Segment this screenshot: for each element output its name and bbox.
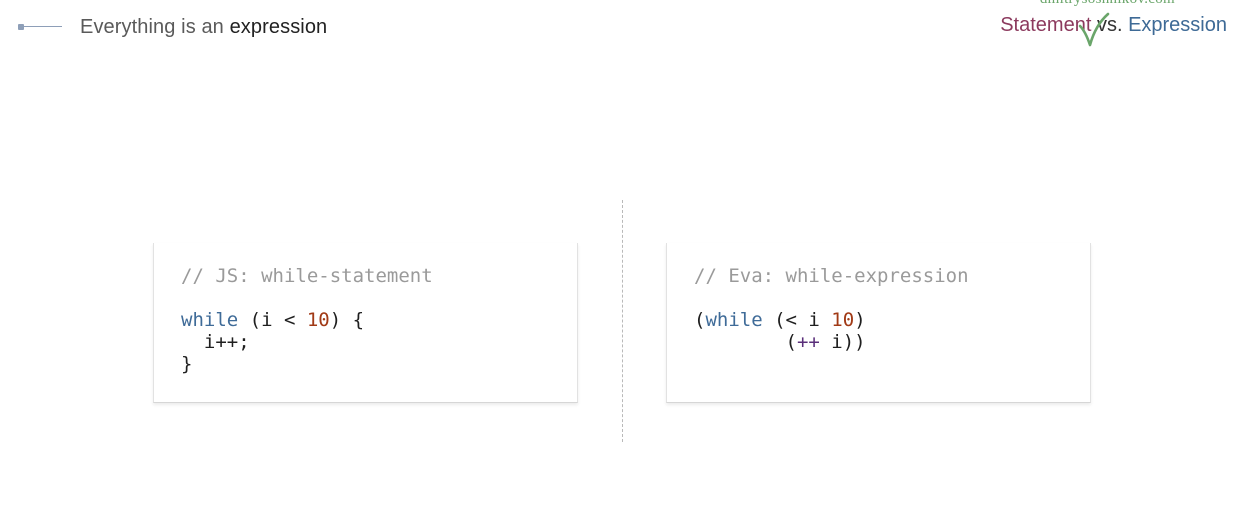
checkmark-icon	[1078, 12, 1110, 47]
site-watermark: dmitrysoshnikov.com	[1040, 0, 1175, 8]
code-keyword: while	[705, 309, 763, 331]
code-line: while (i < 10) {	[181, 309, 433, 331]
code-line: }	[181, 353, 193, 375]
code-keyword: while	[181, 309, 239, 331]
slide-header: Everything is an expression	[18, 12, 327, 42]
code-line: (++ i))	[694, 331, 969, 353]
code-number: 10	[306, 309, 330, 331]
code-text: ) {	[329, 309, 365, 331]
code-text: (i <	[238, 309, 307, 331]
code-paren: (	[694, 309, 706, 331]
eva-code-block: // Eva: while-expression (while (< i 10) …	[694, 265, 969, 353]
slide-title: Everything is an expression	[80, 16, 327, 39]
slide-title-emphasis: expression	[229, 15, 328, 38]
eva-code-card: // Eva: while-expression (while (< i 10) …	[666, 243, 1091, 403]
code-number: 10	[831, 309, 855, 331]
code-operator: ++	[796, 331, 820, 353]
slide-title-prefix: Everything is an	[80, 15, 230, 38]
code-text: )	[854, 309, 866, 331]
code-text: (	[694, 331, 797, 353]
topic-title: Statement vs. Expression	[1000, 14, 1227, 37]
code-comment: // Eva: while-expression	[694, 265, 969, 287]
topic-header: dmitrysoshnikov.com Statement vs. Expres…	[947, 0, 1227, 48]
center-divider	[622, 200, 623, 442]
js-code-block: // JS: while-statement while (i < 10) { i…	[181, 265, 433, 375]
code-line: (while (< i 10)	[694, 309, 969, 331]
bullet-line-icon	[18, 22, 62, 32]
js-code-card: // JS: while-statement while (i < 10) { i…	[153, 243, 578, 403]
code-text: i))	[819, 331, 866, 353]
code-comment: // JS: while-statement	[181, 265, 433, 287]
code-line: i++;	[181, 331, 250, 353]
code-text: (< i	[762, 309, 832, 331]
topic-expression: Expression	[1128, 14, 1227, 36]
